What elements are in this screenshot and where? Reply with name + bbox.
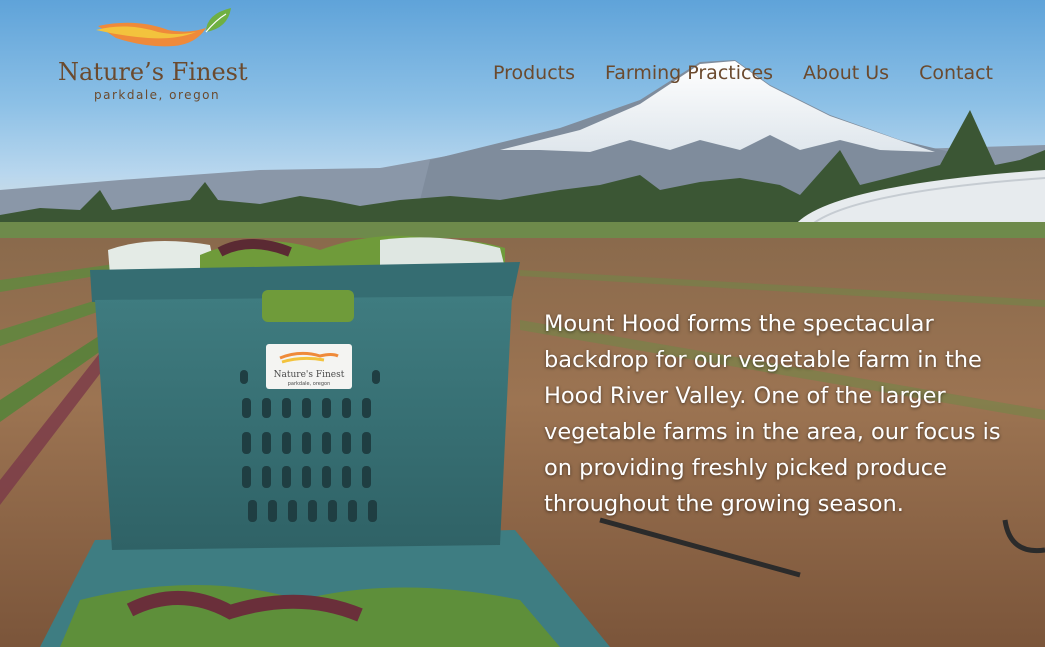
nav-contact[interactable]: Contact — [919, 62, 993, 84]
brand-name: Nature’s Finest — [58, 58, 248, 86]
brand-location: parkdale, oregon — [94, 88, 221, 102]
nav-about-us[interactable]: About Us — [803, 62, 889, 84]
nav-farming-practices[interactable]: Farming Practices — [605, 62, 773, 84]
logo-swoosh-icon — [96, 8, 231, 47]
hero-tagline: Mount Hood forms the spectacular backdro… — [544, 310, 1001, 517]
hero-banner: Nature's Finest parkdale, oregon Nature’… — [0, 0, 1045, 647]
crate-label-name: Nature's Finest — [274, 370, 345, 380]
crate-label-sub: parkdale, oregon — [288, 381, 331, 387]
brand-logo[interactable]: Nature’s Finest parkdale, oregon — [56, 4, 266, 104]
main-nav: Products Farming Practices About Us Cont… — [463, 62, 993, 84]
nav-products[interactable]: Products — [493, 62, 575, 84]
